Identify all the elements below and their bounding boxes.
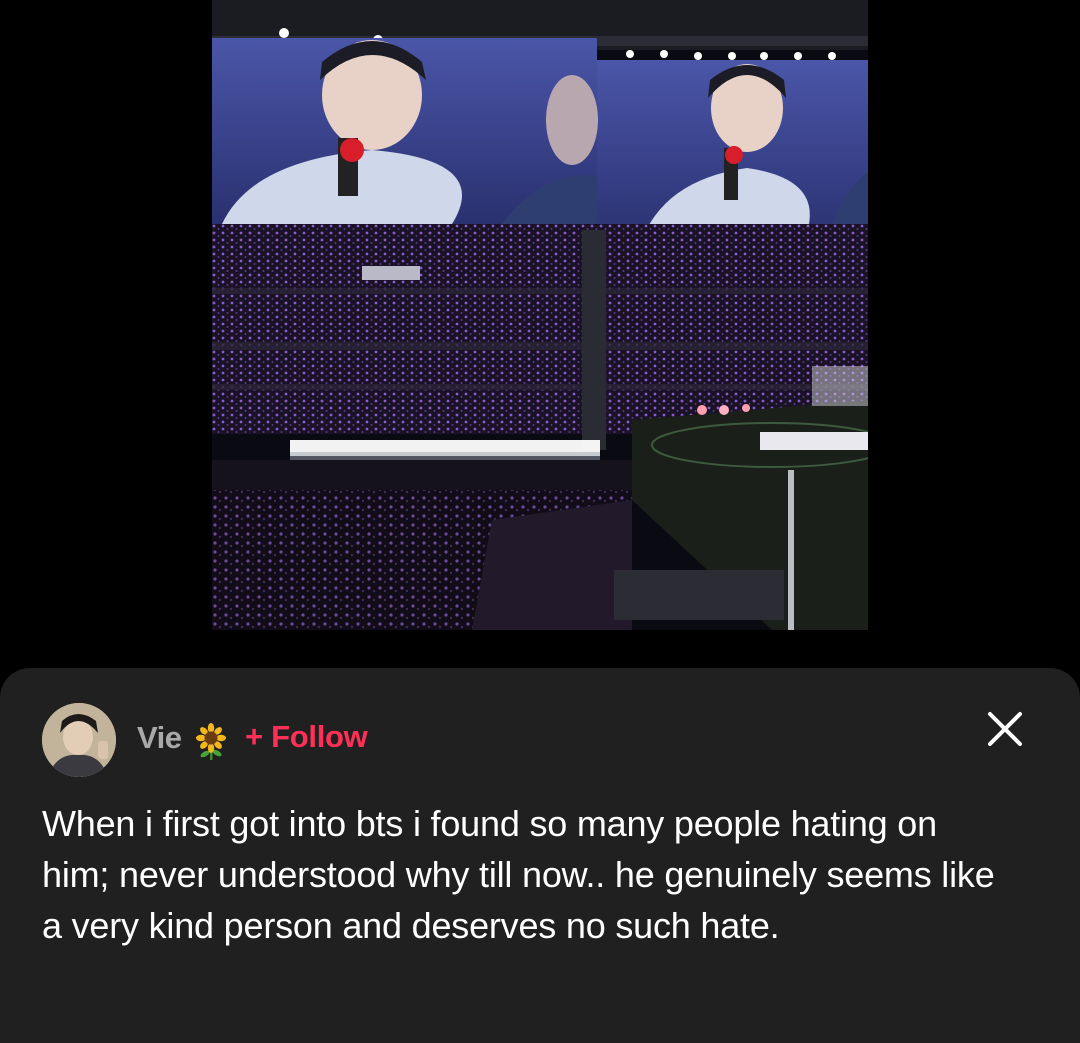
avatar[interactable] bbox=[42, 703, 116, 777]
post-caption: When i first got into bts i found so man… bbox=[42, 803, 995, 946]
author-name[interactable]: Vie bbox=[137, 720, 182, 756]
avatar-image bbox=[42, 703, 116, 777]
follow-button[interactable]: + Follow bbox=[245, 719, 368, 755]
concert-photo[interactable] bbox=[212, 0, 868, 630]
comment-sheet: Vie + Follow When i first got into bts i… bbox=[0, 668, 1080, 1043]
post-viewer: Vie + Follow When i first got into bts i… bbox=[0, 0, 1080, 1043]
concert-photo-graphic bbox=[212, 0, 868, 630]
close-icon[interactable] bbox=[982, 706, 1028, 752]
sunflower-icon bbox=[194, 723, 228, 761]
